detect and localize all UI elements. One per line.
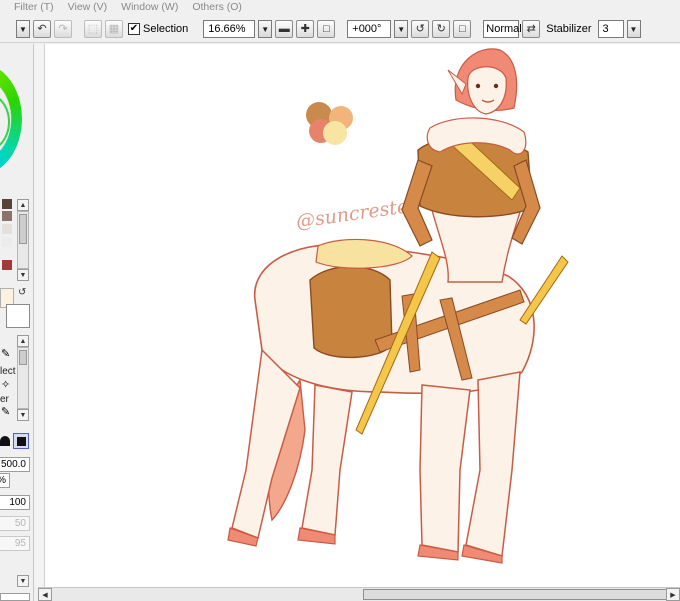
paint-tool-sai-window: Filter (T) View (V) Window (W) Others (O… (0, 0, 680, 601)
zoom-dropdown-icon[interactable]: ▼ (258, 20, 273, 38)
undo-button[interactable]: ↶ (33, 20, 51, 38)
selection-checkbox[interactable]: ✔ (128, 23, 140, 35)
canvas-horizontal-scrollbar[interactable]: ◀ ▶ (38, 587, 680, 601)
stabilizer-dropdown-icon[interactable]: ▼ (626, 20, 641, 38)
brush-shape-icon[interactable] (0, 436, 10, 446)
tool-label-partial[interactable]: er (0, 394, 9, 405)
swap-colors-icon[interactable]: ↺ (18, 287, 26, 298)
min-size-field[interactable]: 50 (0, 516, 30, 531)
rotation-dropdown-icon[interactable]: ▼ (394, 20, 409, 38)
rotation-reset-button[interactable]: □ (453, 20, 472, 38)
eye (475, 83, 481, 89)
menu-others[interactable]: Others (O) (185, 0, 249, 14)
swatch-scroll-down-icon[interactable]: ▼ (17, 269, 29, 281)
stabilizer-field[interactable]: 3 (597, 20, 624, 38)
brush-size-field[interactable]: 500.0 (0, 457, 30, 472)
deselect-button[interactable]: ⬚ (84, 20, 102, 38)
leg (419, 384, 471, 553)
tool-scroll-thumb[interactable] (19, 350, 27, 365)
zoom-out-button[interactable]: ▬ (275, 20, 294, 38)
scroll-right-icon[interactable]: ▶ (666, 588, 680, 601)
leg (301, 384, 353, 536)
color-swatch[interactable] (2, 237, 12, 247)
color-swatch[interactable] (2, 224, 12, 234)
artwork: @suncrested (227, 48, 569, 564)
rotate-left-button[interactable]: ↺ (411, 20, 430, 38)
secondary-color-box[interactable] (6, 304, 30, 328)
rotation-field[interactable]: +000° (347, 20, 392, 38)
color-swatch[interactable] (2, 260, 12, 270)
menu-view[interactable]: View (V) (61, 0, 114, 14)
scroll-left-icon[interactable]: ◀ (38, 588, 52, 601)
redo-button[interactable]: ↷ (54, 20, 72, 38)
invert-selection-button[interactable]: ▦ (105, 20, 123, 38)
pen-tool-icon[interactable]: ✎ (1, 405, 10, 418)
panel-scroll-down-icon[interactable]: ▼ (17, 575, 29, 587)
left-tool-panel: ▲ ▼ ↺ ✎ ✧ lect er ✎ ▲ ▼ 500.0 % 100 50 9… (0, 44, 34, 601)
size-unit-field[interactable]: % (0, 473, 10, 488)
zoom-in-button[interactable]: ✚ (296, 20, 315, 38)
tool-scroll-up-icon[interactable]: ▲ (17, 335, 29, 347)
leg (465, 371, 521, 557)
toolbar-dropdown-icon[interactable]: ▼ (16, 20, 30, 38)
menu-filter[interactable]: Filter (T) (0, 0, 61, 14)
sword (519, 255, 569, 325)
selection-label: Selection (143, 23, 189, 35)
min-density-field[interactable]: 95 (0, 536, 30, 551)
flip-horizontal-button[interactable]: ⇄ (522, 20, 541, 38)
panel-bottom-field[interactable] (0, 593, 30, 601)
blanket-roll (315, 238, 413, 269)
eye (493, 83, 499, 89)
toolbar: ▼ ↶ ↷ ⬚ ▦ ✔ Selection 16.66% ▼ ▬ ✚ □ +00… (0, 16, 680, 43)
artist-signature: @suncrested (295, 194, 422, 233)
brush-tool-icon[interactable]: ✎ (1, 347, 10, 360)
tool-label-partial[interactable]: lect (0, 366, 16, 377)
color-swatch[interactable] (2, 211, 12, 221)
zoom-field[interactable]: 16.66% (203, 20, 256, 38)
drawing-canvas[interactable]: @suncrested (35, 44, 680, 587)
color-swatch[interactable] (2, 199, 12, 209)
zoom-reset-button[interactable]: □ (317, 20, 336, 38)
select-tool-icon[interactable]: ✧ (1, 378, 10, 391)
horizontal-scroll-thumb[interactable] (363, 589, 668, 600)
palette-blob (323, 121, 347, 145)
swatch-scroll-thumb[interactable] (19, 214, 27, 244)
rotate-right-button[interactable]: ↻ (432, 20, 451, 38)
menu-window[interactable]: Window (W) (114, 0, 185, 14)
swatch-scroll-up-icon[interactable]: ▲ (17, 199, 29, 211)
blend-mode-field[interactable]: Normal (483, 20, 522, 38)
stabilizer-label: Stabilizer (546, 23, 592, 35)
menu-bar: Filter (T) View (V) Window (W) Others (O… (0, 0, 680, 14)
tool-scrollbar[interactable] (17, 347, 29, 409)
tool-scroll-down-icon[interactable]: ▼ (17, 409, 29, 421)
density-field[interactable]: 100 (0, 495, 30, 510)
brush-shape-selected-icon[interactable] (13, 433, 29, 449)
brush-square-icon (16, 436, 26, 446)
canvas-left-gutter (35, 44, 45, 587)
swatch-scrollbar[interactable] (17, 211, 29, 269)
